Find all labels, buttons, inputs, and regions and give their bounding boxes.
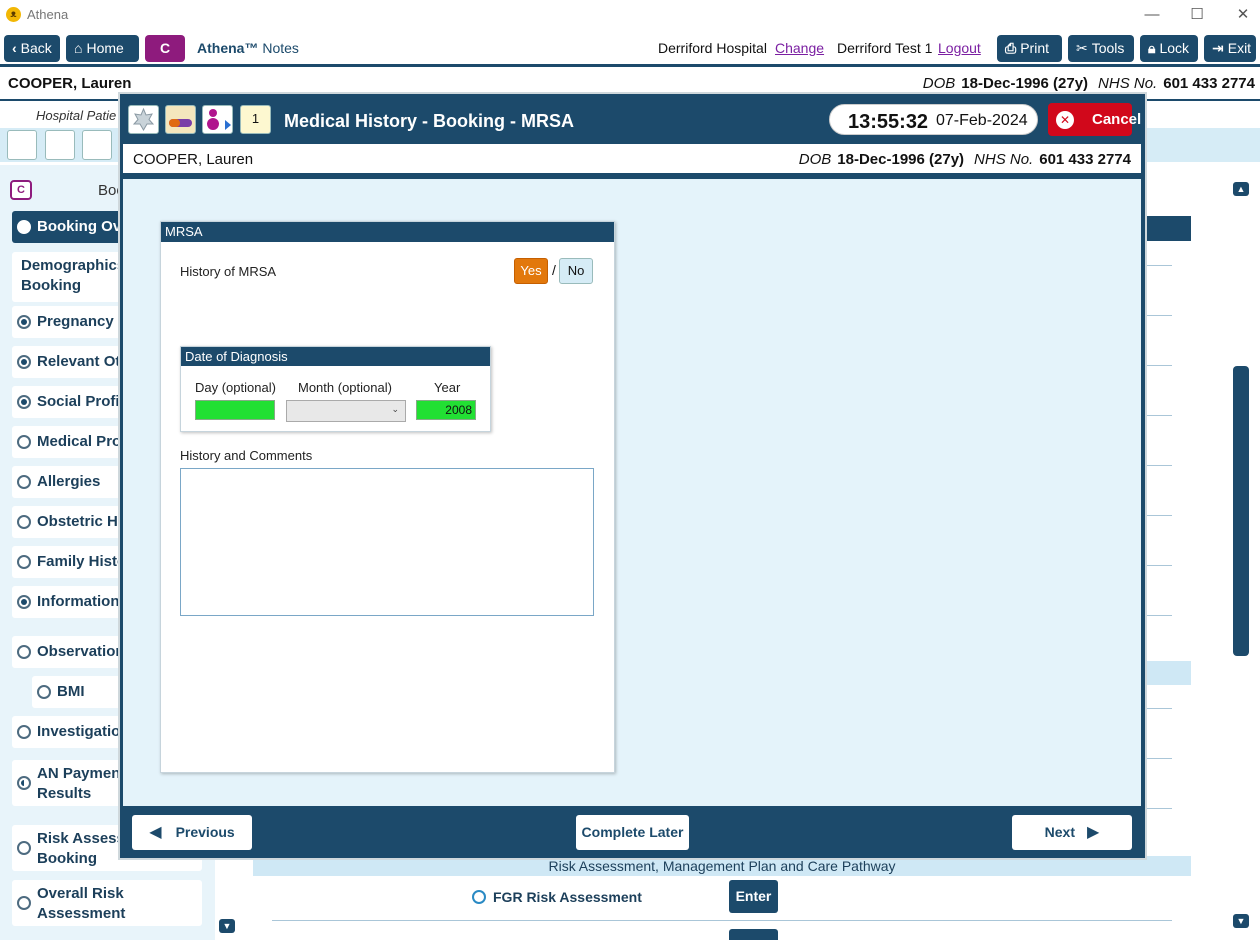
sidebar-item[interactable]: Overall Risk Assessment: [12, 880, 202, 926]
user-name: Derriford Test 1: [837, 40, 933, 56]
scroll-up-icon[interactable]: ▲: [1233, 182, 1249, 196]
main-toolbar: ‹ Back ⌂ Home C Athena™ Notes Derriford Ho…: [0, 32, 1260, 64]
medication-capsule-icon[interactable]: [45, 130, 75, 160]
complete-later-button[interactable]: Complete Later: [576, 815, 689, 850]
badge-icon[interactable]: [128, 105, 159, 134]
history-of-mrsa-label: History of MRSA: [180, 264, 277, 279]
logout-link[interactable]: Logout: [938, 40, 981, 56]
clock-time: 13:55:32: [848, 111, 929, 133]
tools-button[interactable]: ✂ Tools: [1068, 35, 1134, 62]
app-name: Athena™ Notes: [197, 40, 299, 56]
status-radio-icon: [17, 841, 31, 855]
chevron-left-icon: ‹: [12, 40, 17, 56]
history-comments-textarea[interactable]: [180, 468, 594, 616]
next-enter-button[interactable]: [729, 929, 778, 940]
mrsa-panel-title: MRSA: [161, 222, 614, 242]
sidebar-item-label: Assessment: [37, 905, 126, 922]
yes-no-separator: /: [552, 262, 556, 278]
yes-button[interactable]: Yes: [514, 258, 548, 284]
status-radio-icon: [17, 725, 31, 739]
home-button[interactable]: ⌂ Home: [66, 35, 139, 62]
status-radio-icon: [17, 555, 31, 569]
back-button[interactable]: ‹ Back: [4, 35, 60, 62]
scroll-down-icon[interactable]: ▼: [1233, 914, 1249, 928]
year-label: Year: [434, 380, 461, 395]
minimize-icon[interactable]: —: [1137, 4, 1167, 26]
clock-display: 13:55:32 07-Feb-2024: [829, 104, 1038, 135]
status-radio-icon: [17, 220, 31, 234]
year-input[interactable]: 2008: [416, 400, 476, 420]
tools-icon: ✂: [1076, 40, 1088, 56]
chevron-down-icon: ⌄: [391, 404, 399, 414]
status-radio-icon: [17, 776, 31, 790]
badge-icon[interactable]: [7, 130, 37, 160]
print-button[interactable]: ⎙ Print: [997, 35, 1062, 62]
background-section-strip: [1142, 661, 1191, 685]
status-radio-icon: [17, 896, 31, 910]
dialog-patient-name: COOPER, Lauren: [133, 151, 254, 168]
status-radio-icon: [17, 315, 31, 329]
toolbar-divider: [0, 64, 1260, 67]
previous-button[interactable]: ◀ Previous: [132, 815, 252, 850]
pregnancy-icon[interactable]: [82, 130, 112, 160]
month-select[interactable]: ⌄: [286, 400, 406, 422]
patient-demographics: DOB 18-Dec-1996 (27y) NHS No. 601 433 2774: [922, 75, 1255, 92]
home-icon: ⌂: [74, 40, 83, 56]
window-titlebar: ᴥ Athena — ☐ ✕: [0, 0, 1260, 30]
module-c-button[interactable]: C: [145, 35, 185, 62]
date-of-diagnosis-title: Date of Diagnosis: [181, 347, 490, 366]
fgr-enter-button[interactable]: Enter: [729, 880, 778, 913]
sidebar-item-label: Overall Risk: [37, 885, 124, 902]
module-c-icon: C: [10, 180, 32, 200]
change-hospital-link[interactable]: Change: [775, 40, 824, 56]
athena-logo-icon: ᴥ: [6, 7, 21, 22]
cancel-button[interactable]: ✕ Cancel: [1048, 103, 1141, 136]
dialog-patient-banner: COOPER, Lauren DOB 18-Dec-1996 (27y) NHS N…: [123, 144, 1141, 176]
pregnancy-icon[interactable]: [202, 105, 233, 134]
medication-capsule-icon[interactable]: [165, 105, 196, 134]
maximize-icon[interactable]: ☐: [1182, 4, 1212, 26]
dialog-patient-demographics: DOB 18-Dec-1996 (27y) NHS No. 601 433 2774: [798, 151, 1131, 168]
background-header-strip: [1142, 216, 1191, 241]
history-comments-label: History and Comments: [180, 448, 313, 463]
patient-name: COOPER, Lauren: [8, 75, 132, 92]
hospital-name: Derriford Hospital: [658, 40, 767, 56]
status-radio-icon: [17, 595, 31, 609]
calendar-icon[interactable]: 1: [240, 105, 271, 134]
status-radio-icon: [17, 645, 31, 659]
scrollbar-thumb[interactable]: [1233, 366, 1249, 656]
lock-icon: 🔒︎: [1148, 40, 1156, 56]
day-label: Day (optional): [195, 380, 276, 395]
next-button[interactable]: Next ▶: [1012, 815, 1132, 850]
printer-icon: ⎙: [1005, 40, 1017, 56]
triangle-left-icon: ◀: [149, 824, 162, 841]
exit-button[interactable]: ⇥ Exit: [1204, 35, 1256, 62]
status-radio-icon: [17, 515, 31, 529]
triangle-right-icon: ▶: [1087, 824, 1100, 841]
status-radio-icon: [17, 395, 31, 409]
day-input[interactable]: [195, 400, 275, 420]
status-radio-icon: [37, 685, 51, 699]
close-window-icon[interactable]: ✕: [1228, 4, 1258, 26]
status-radio-icon: [17, 355, 31, 369]
window-title: Athena: [27, 7, 69, 22]
no-button[interactable]: No: [559, 258, 593, 284]
dialog-title: Medical History - Booking - MRSA: [284, 111, 575, 131]
fgr-status-radio: [472, 890, 486, 904]
clock-date: 07-Feb-2024: [936, 112, 1028, 129]
status-radio-icon: [17, 475, 31, 489]
status-radio-icon: [17, 435, 31, 449]
exit-icon: ⇥: [1212, 40, 1224, 56]
close-icon: ✕: [1056, 111, 1074, 129]
lock-button[interactable]: 🔒︎ Lock: [1140, 35, 1198, 62]
month-label: Month (optional): [298, 380, 392, 395]
sidebar-scroll-down-icon[interactable]: ▼: [219, 919, 235, 933]
hospital-patient-subtitle: Hospital Patie: [36, 108, 117, 123]
fgr-risk-label: FGR Risk Assessment: [493, 889, 642, 905]
